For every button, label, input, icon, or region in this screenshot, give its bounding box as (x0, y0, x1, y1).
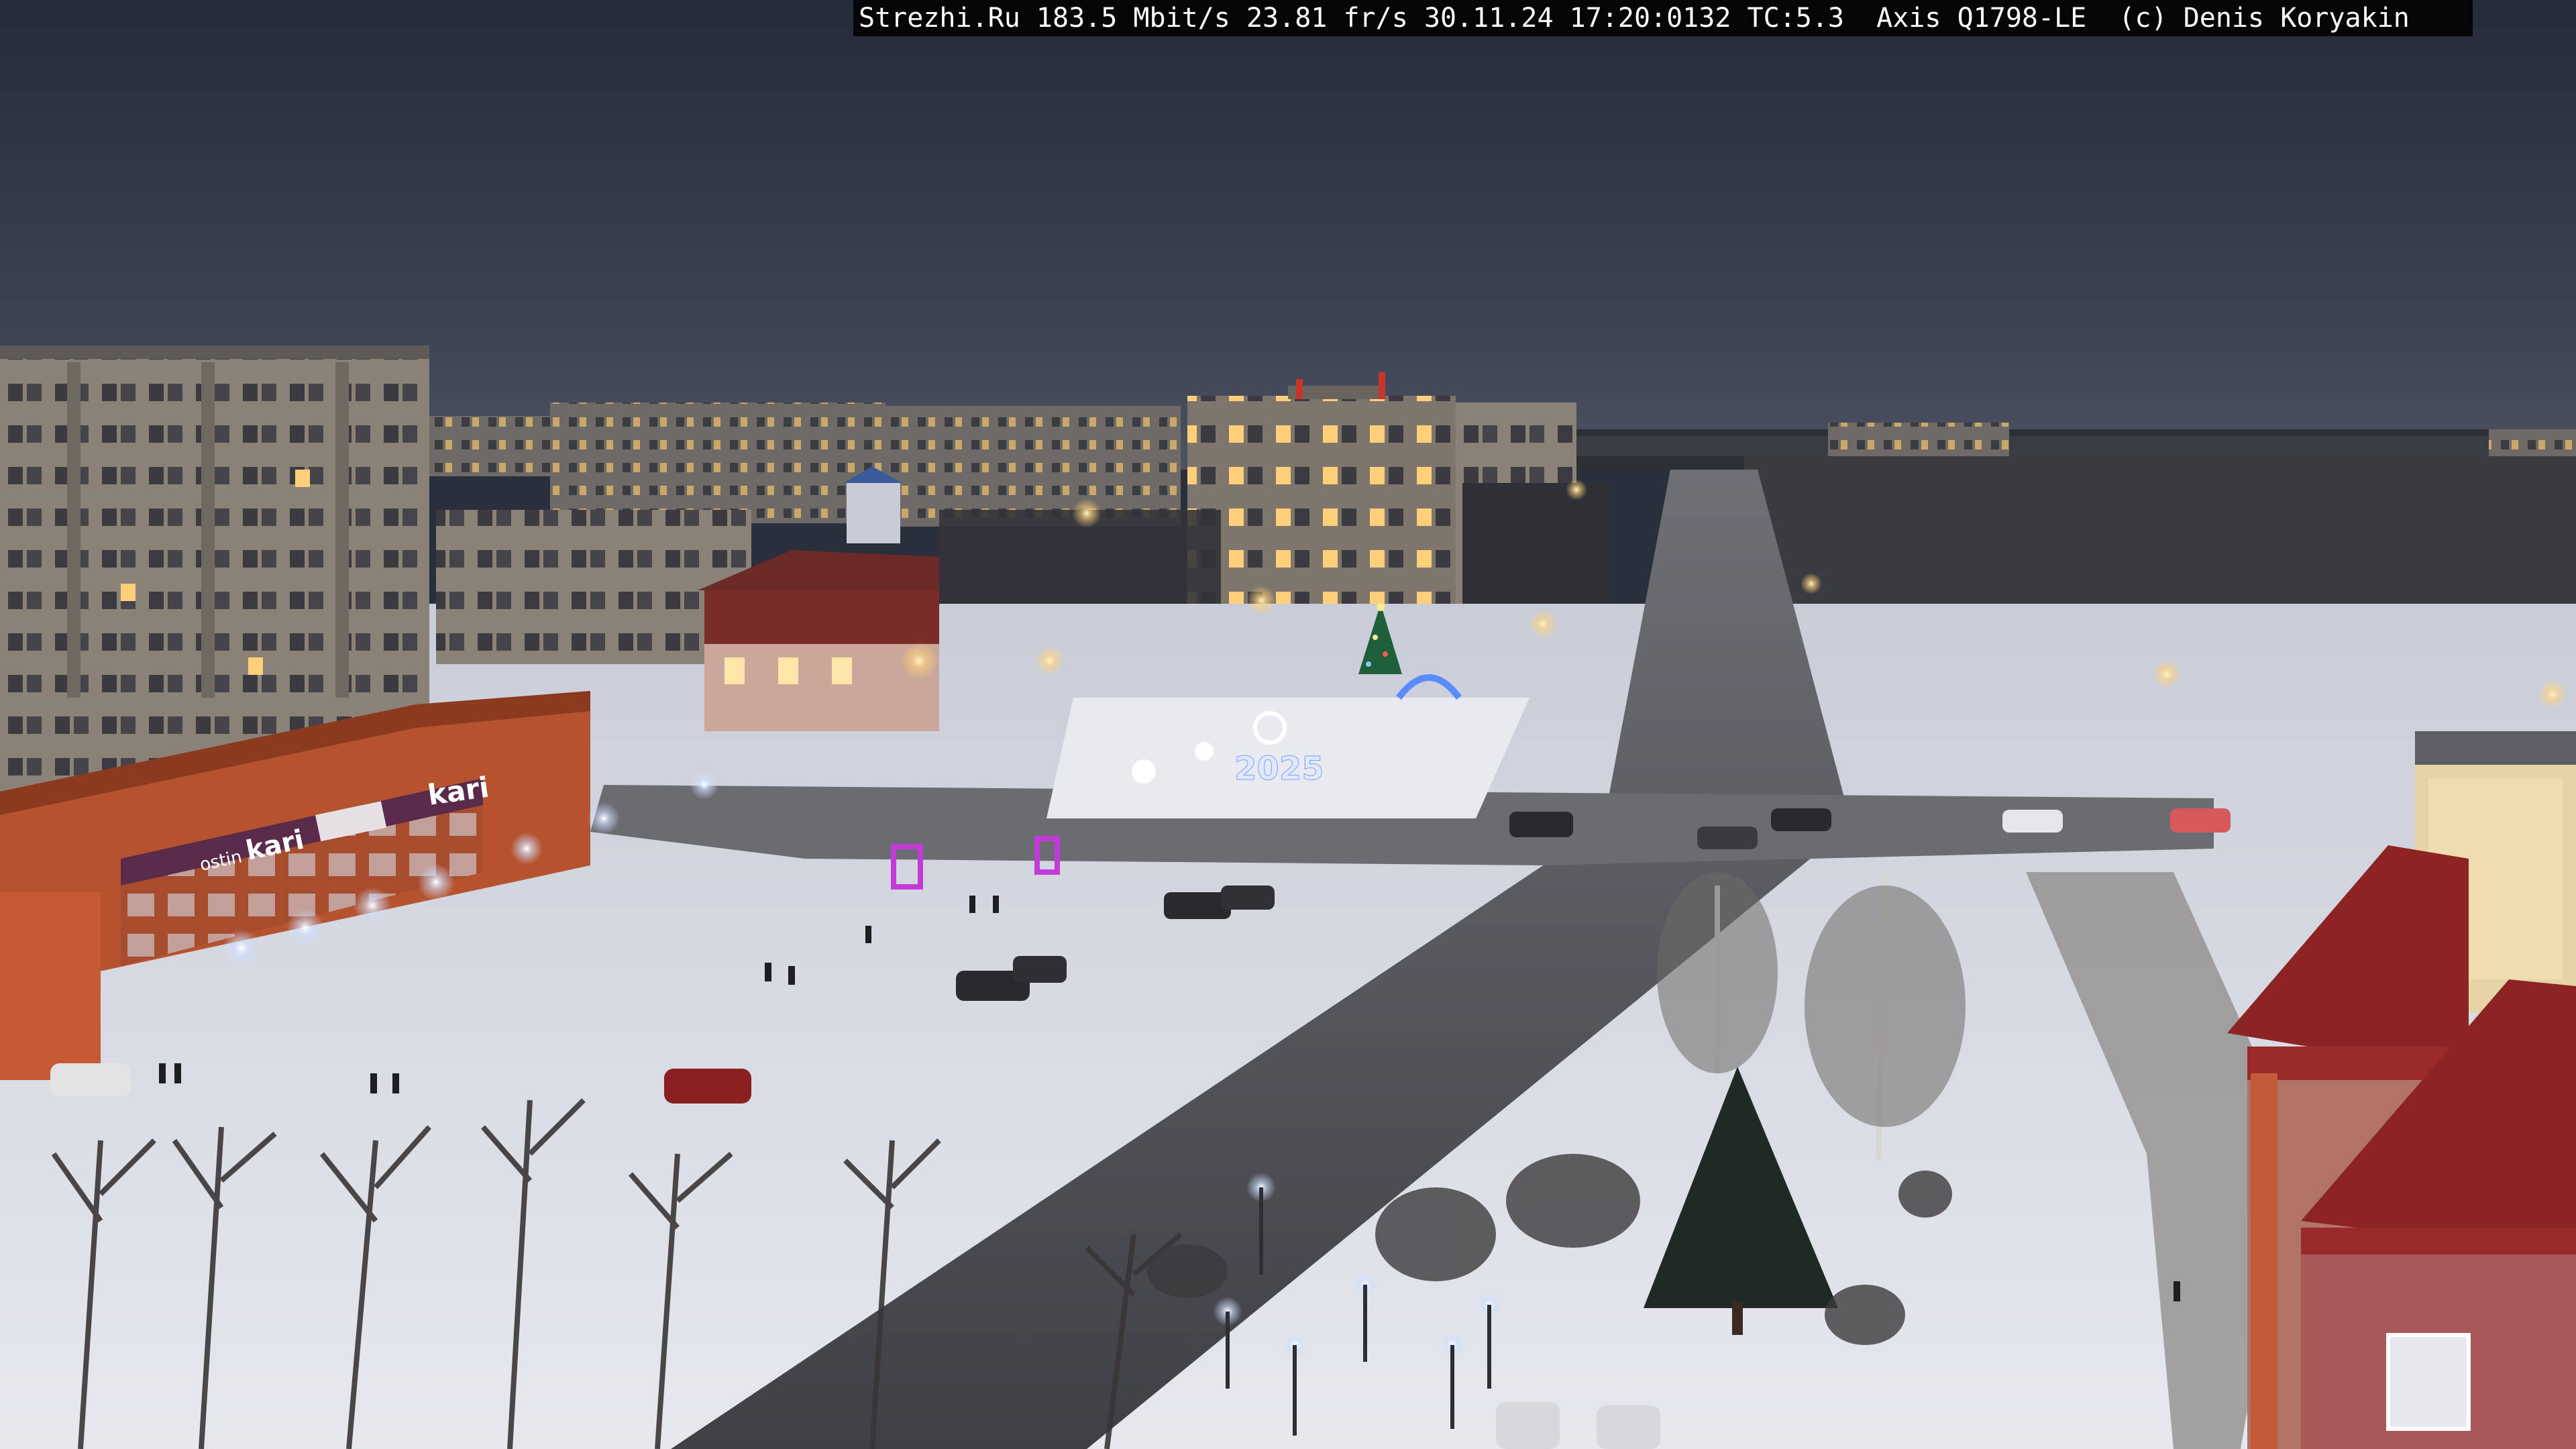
red-roof-building (698, 550, 939, 731)
webcam-scene: ostin kari kari 2025 (0, 0, 2576, 1449)
mid-left-apartment-block (436, 510, 751, 664)
year-light-display: 2025 (1234, 750, 1324, 788)
camera-info-overlay: Strezhi.Ru 183.5 Mbit/s 23.81 fr/s 30.11… (853, 0, 2473, 36)
